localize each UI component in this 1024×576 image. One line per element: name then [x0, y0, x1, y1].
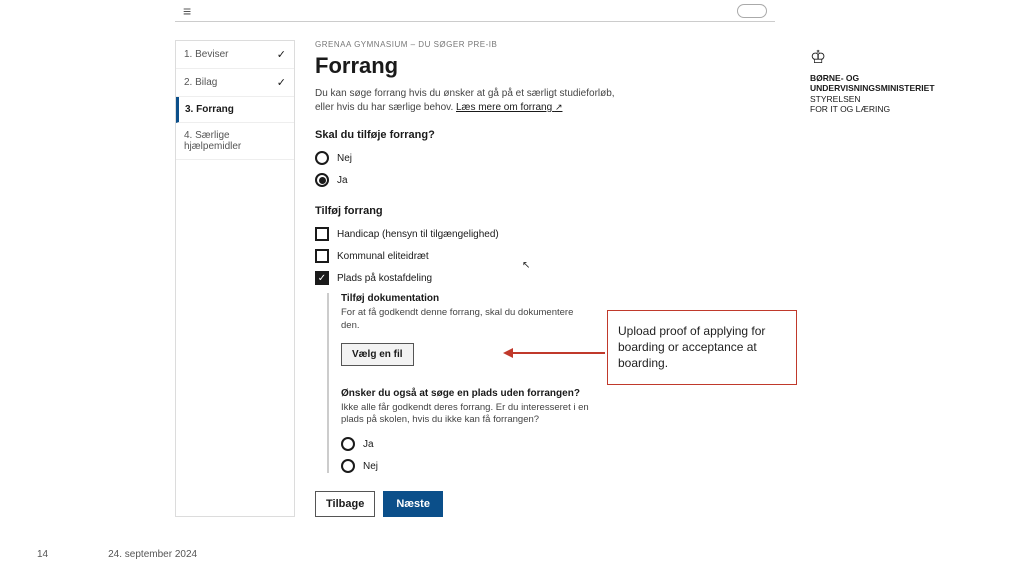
- q2-desc: Ikke alle får godkendt deres forrang. Er…: [341, 402, 591, 428]
- bottom-nav: Tilbage Næste: [315, 491, 775, 517]
- radio-q2-ja[interactable]: Ja: [341, 437, 775, 451]
- sidebar-item-beviser[interactable]: 1. Beviser ✓: [176, 41, 294, 69]
- sub-title: Tilføj forrang: [315, 205, 775, 217]
- account-button[interactable]: [737, 4, 767, 18]
- radio-nej[interactable]: Nej: [315, 151, 775, 165]
- content: GRENAA GYMNASIUM – DU SØGER PRE-IB Forra…: [315, 40, 775, 517]
- radio-icon: [341, 437, 355, 451]
- check-elite[interactable]: Kommunal eliteidræt: [315, 249, 775, 263]
- callout-arrow: [505, 352, 605, 354]
- step-sidebar: 1. Beviser ✓ 2. Bilag ✓ 3. Forrang 4. Sæ…: [175, 40, 295, 517]
- sidebar-item-bilag[interactable]: 2. Bilag ✓: [176, 69, 294, 97]
- breadcrumb: GRENAA GYMNASIUM – DU SØGER PRE-IB: [315, 40, 775, 49]
- check-kost[interactable]: ✓ Plads på kostafdeling: [315, 271, 775, 285]
- question-forrang: Skal du tilføje forrang?: [315, 129, 775, 141]
- sidebar-item-label: 4. Særlige hjælpemidler: [184, 130, 286, 152]
- checkbox-icon: ✓: [315, 271, 329, 285]
- radio-ja[interactable]: Ja: [315, 173, 775, 187]
- next-button[interactable]: Næste: [383, 491, 443, 517]
- intro-text: Du kan søge forrang hvis du ønsker at gå…: [315, 87, 615, 115]
- main-area: 1. Beviser ✓ 2. Bilag ✓ 3. Forrang 4. Sæ…: [175, 40, 775, 517]
- check-icon: ✓: [277, 76, 286, 89]
- checkbox-icon: [315, 249, 329, 263]
- check-handicap[interactable]: Handicap (hensyn til tilgængelighed): [315, 227, 775, 241]
- choose-file-button[interactable]: Vælg en fil: [341, 343, 414, 366]
- radio-icon: [341, 459, 355, 473]
- sidebar-item-hjaelpemidler[interactable]: 4. Særlige hjælpemidler: [176, 123, 294, 160]
- instruction-callout: Upload proof of applying for boarding or…: [607, 310, 797, 385]
- check-icon: ✓: [277, 48, 286, 61]
- q2-title: Ønsker du også at søge en plads uden for…: [341, 388, 775, 399]
- doc-desc: For at få godkendt denne forrang, skal d…: [341, 307, 591, 333]
- page-title: Forrang: [315, 53, 775, 79]
- radio-icon: [315, 151, 329, 165]
- sidebar-item-forrang[interactable]: 3. Forrang: [176, 97, 294, 123]
- footer-date: 24. september 2024: [108, 549, 197, 560]
- external-link-icon: ↗: [555, 102, 563, 112]
- topbar: ≡: [175, 0, 775, 22]
- sidebar-item-label: 3. Forrang: [185, 104, 234, 115]
- hamburger-icon[interactable]: ≡: [183, 3, 191, 19]
- intro-link[interactable]: Læs mere om forrang ↗: [456, 102, 562, 113]
- crown-icon: ♔: [810, 46, 980, 69]
- sidebar-item-label: 2. Bilag: [184, 77, 217, 88]
- checkbox-icon: [315, 227, 329, 241]
- radio-q2-nej[interactable]: Nej: [341, 459, 775, 473]
- back-button[interactable]: Tilbage: [315, 491, 375, 517]
- page-number: 14: [37, 549, 48, 560]
- mouse-cursor-icon: ↖: [522, 260, 530, 271]
- sidebar-item-label: 1. Beviser: [184, 49, 228, 60]
- app-frame: ≡ 1. Beviser ✓ 2. Bilag ✓ 3. Forrang 4. …: [175, 0, 775, 517]
- doc-title: Tilføj dokumentation: [341, 293, 775, 304]
- radio-icon: [315, 173, 329, 187]
- slide-footer: 14 24. september 2024: [37, 549, 197, 560]
- ministry-logo: ♔ BØRNE- OG UNDERVISNINGSMINISTERIET STY…: [810, 46, 980, 115]
